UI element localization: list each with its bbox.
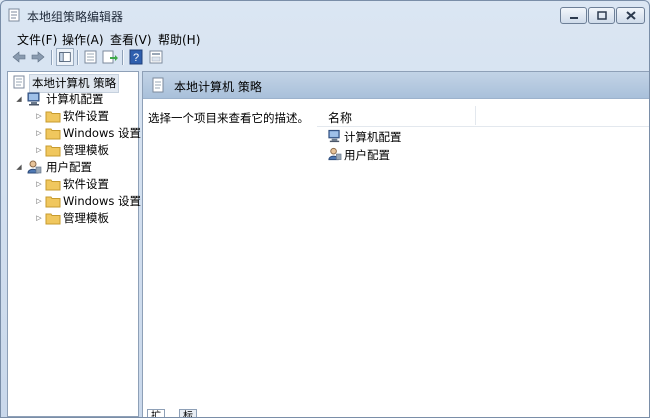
minimize-button[interactable] — [560, 7, 587, 24]
tree-item-admin-templates[interactable]: ▷ 管理模板 — [34, 142, 134, 159]
description-text: 选择一个项目来查看它的描述。 — [148, 111, 309, 125]
forward-icon[interactable] — [29, 48, 47, 66]
details-title: 本地计算机 策略 — [174, 80, 262, 94]
menu-help[interactable]: 帮助(H) — [158, 31, 200, 48]
tree-item-windows-settings[interactable]: ▷ Windows 设置 — [34, 125, 141, 142]
tree-label: 软件设置 — [63, 109, 109, 123]
menu-action[interactable]: 操作(A) — [62, 31, 104, 48]
toolbar-separator — [51, 50, 53, 65]
expand-arrow-icon[interactable]: ▷ — [34, 125, 44, 142]
title-bar[interactable]: 本地组策略编辑器 — [1, 1, 649, 29]
tree-label: 计算机配置 — [46, 92, 104, 106]
list-column-header: 名称 — [317, 106, 649, 127]
column-header-name[interactable]: 名称 — [328, 109, 352, 126]
properties-icon[interactable] — [82, 48, 100, 66]
policy-document-icon — [152, 77, 164, 93]
column-divider[interactable] — [475, 106, 476, 125]
tab-extended[interactable]: 扩展 — [147, 409, 165, 417]
help-icon[interactable]: ? — [127, 48, 145, 66]
expand-arrow-icon[interactable]: ▷ — [34, 176, 44, 193]
maximize-button[interactable] — [588, 7, 615, 24]
menu-view[interactable]: 查看(V) — [110, 31, 152, 48]
collapse-arrow-icon[interactable]: ◢ — [14, 91, 24, 108]
list-item-label: 计算机配置 — [344, 130, 402, 144]
minimize-icon — [569, 16, 578, 19]
toolbar-separator — [77, 50, 79, 65]
close-icon — [625, 11, 636, 20]
tab-standard[interactable]: 标准 — [179, 409, 197, 417]
tree-item-software-settings[interactable]: ▷ 软件设置 — [34, 108, 134, 125]
folder-icon — [45, 111, 61, 123]
expand-arrow-icon[interactable]: ▷ — [34, 210, 44, 227]
folder-icon — [45, 128, 61, 140]
folder-icon — [45, 145, 61, 157]
tree-item-computer-config[interactable]: ◢ 计算机配置 — [14, 91, 134, 108]
list-item-label: 用户配置 — [344, 148, 390, 162]
tree-label: 管理模板 — [63, 211, 109, 225]
expand-arrow-icon[interactable]: ▷ — [34, 193, 44, 210]
maximize-icon — [596, 11, 607, 20]
collapse-arrow-icon[interactable]: ◢ — [14, 159, 24, 176]
menu-bar: 文件(F) 操作(A) 查看(V) 帮助(H) — [1, 29, 649, 47]
computer-icon — [328, 129, 340, 143]
expand-arrow-icon[interactable]: ▷ — [34, 142, 44, 159]
toolbar: ? — [1, 47, 649, 69]
details-header: 本地计算机 策略 — [143, 72, 649, 99]
expand-arrow-icon[interactable]: ▷ — [34, 108, 44, 125]
svg-text:?: ? — [133, 52, 139, 64]
folder-icon — [45, 213, 61, 225]
folder-icon — [45, 179, 61, 191]
tree-label: 软件设置 — [63, 177, 109, 191]
window-title: 本地组策略编辑器 — [27, 10, 124, 24]
computer-icon — [27, 92, 40, 106]
details-pane[interactable]: 本地计算机 策略 选择一个项目来查看它的描述。 名称 计算机配置 用户配置 — [142, 71, 649, 417]
tree-item-software-settings[interactable]: ▷ 软件设置 — [34, 176, 134, 193]
tree-label: Windows 设置 — [63, 126, 141, 140]
tree-pane[interactable]: 本地计算机 策略 ◢ 计算机配置 ▷ 软件设置 ▷ Windows 设置 ▷ 管… — [7, 71, 141, 417]
close-button[interactable] — [616, 7, 645, 24]
app-window: 本地组策略编辑器 文件(F) 操作(A) 查看(V) 帮助(H) ? 本地计算机… — [0, 0, 650, 418]
filter-icon[interactable] — [147, 48, 165, 66]
tree-item-user-config[interactable]: ◢ 用户配置 — [14, 159, 134, 176]
tree-item-root[interactable]: 本地计算机 策略 — [11, 74, 136, 93]
user-icon — [27, 160, 42, 174]
toolbar-separator — [122, 50, 124, 65]
policy-editor-icon — [8, 8, 20, 22]
policy-document-icon — [13, 75, 25, 89]
export-list-icon[interactable] — [101, 48, 119, 66]
tree-label: Windows 设置 — [63, 194, 141, 208]
tree-label: 用户配置 — [46, 160, 92, 174]
tree-item-windows-settings[interactable]: ▷ Windows 设置 — [34, 193, 141, 210]
user-icon — [328, 147, 342, 161]
tree-item-admin-templates[interactable]: ▷ 管理模板 — [34, 210, 134, 227]
tree-label: 管理模板 — [63, 143, 109, 157]
menu-file[interactable]: 文件(F) — [17, 31, 57, 48]
show-hide-tree-icon[interactable] — [56, 48, 74, 66]
back-icon[interactable] — [10, 48, 28, 66]
folder-icon — [45, 196, 61, 208]
